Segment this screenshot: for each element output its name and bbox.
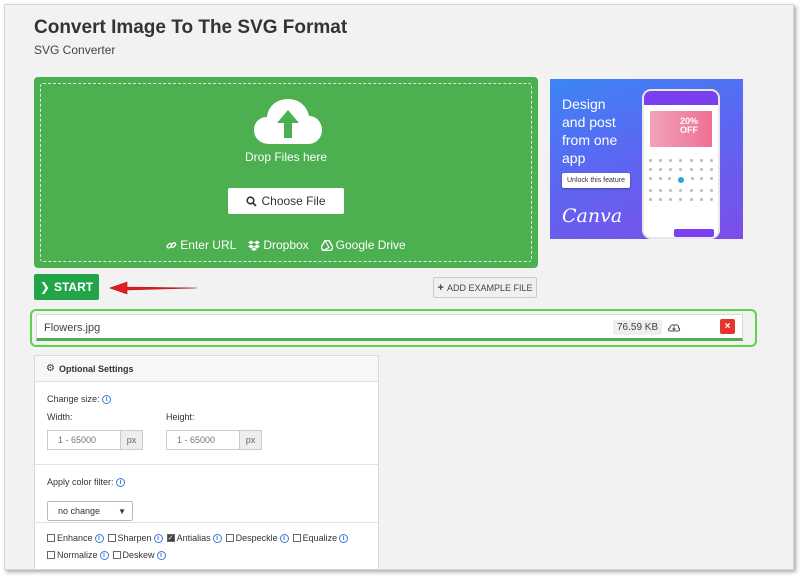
add-example-file-label: ADD EXAMPLE FILE	[446, 282, 533, 293]
height-unit: px	[239, 431, 261, 449]
height-input[interactable]	[167, 431, 239, 449]
info-icon[interactable]: i	[116, 478, 126, 488]
file-size-badge: 76.59 KB	[613, 320, 663, 335]
cloud-save-icon[interactable]	[667, 320, 681, 334]
info-icon[interactable]: i	[279, 533, 289, 543]
choose-file-button[interactable]: Choose File	[228, 188, 344, 214]
antialias-label: Antialias	[176, 533, 211, 543]
add-example-file-button[interactable]: + ADD EXAMPLE FILE	[433, 277, 537, 298]
ad-headline: Design and post from one app	[562, 96, 618, 166]
google-drive-label: Google Drive	[335, 238, 406, 252]
info-icon[interactable]: i	[212, 533, 222, 543]
sharpen-option[interactable]: Sharpen i	[107, 533, 163, 543]
calendar-grid	[649, 153, 713, 223]
file-name: Flowers.jpg	[44, 322, 101, 334]
info-icon[interactable]: i	[102, 395, 112, 405]
width-label: Width:	[47, 412, 73, 422]
chevron-down-icon: ▼	[118, 507, 126, 516]
cloud-upload-icon	[254, 99, 322, 144]
normalize-option[interactable]: Normalize i	[47, 550, 109, 560]
enhance-checkbox[interactable]	[47, 534, 55, 542]
dropbox-label: Dropbox	[263, 238, 309, 252]
deskew-checkbox[interactable]	[112, 551, 121, 559]
drop-zone-border: Drop Files here Choose File Enter URL Dr…	[40, 83, 532, 262]
unlock-feature-badge: Unlock this feature	[562, 173, 630, 188]
optional-settings-header[interactable]: ⚙ Optional Settings	[35, 356, 378, 382]
gear-icon: ⚙	[46, 363, 55, 374]
enhance-option[interactable]: Enhance i	[47, 533, 104, 543]
height-label: Height:	[166, 412, 195, 422]
change-size-label: Change size:	[47, 394, 100, 404]
phone-schedule-button	[674, 229, 714, 237]
plus-icon: +	[437, 281, 444, 294]
delete-file-button[interactable]: ×	[720, 319, 735, 334]
red-arrow-icon	[109, 281, 197, 295]
width-input[interactable]	[48, 431, 120, 449]
page-subtitle: SVG Converter	[34, 43, 116, 57]
enter-url-label: Enter URL	[180, 238, 237, 252]
canva-logo: Canva	[562, 205, 623, 227]
page-title: Convert Image To The SVG Format	[34, 17, 348, 38]
search-icon	[246, 195, 258, 207]
enhancement-options-section: Enhance i Sharpen i ✓ Antialias i Despeckle i…	[35, 523, 378, 569]
equalize-label: Equalize	[302, 533, 338, 543]
file-drop-zone[interactable]: Drop Files here Choose File Enter URL Dr…	[34, 77, 538, 268]
choose-file-label: Choose File	[261, 194, 326, 208]
enhance-label: Enhance	[57, 533, 93, 543]
phone-mockup: 20% OFF	[642, 89, 720, 239]
enhancement-row-1: Enhance i Sharpen i ✓ Antialias i Despeckle i…	[47, 533, 350, 543]
color-filter-select[interactable]: no change ▼	[47, 501, 133, 521]
despeckle-checkbox[interactable]	[225, 534, 234, 542]
height-field-group: px	[166, 430, 262, 450]
antialias-option[interactable]: ✓ Antialias i	[166, 533, 222, 543]
deskew-label: Deskew	[122, 550, 155, 560]
drop-files-text: Drop Files here	[244, 150, 328, 164]
change-size-label-row: Change size: i	[47, 394, 112, 405]
width-unit: px	[120, 431, 142, 449]
dropbox-icon	[248, 240, 261, 251]
phone-sale-text: 20% OFF	[680, 116, 699, 135]
google-drive-link[interactable]: Google Drive	[320, 238, 406, 252]
phone-header	[644, 91, 718, 105]
uploaded-file-row: Flowers.jpg 76.59 KB ×	[36, 314, 743, 341]
antialias-checkbox[interactable]: ✓	[166, 534, 175, 542]
close-icon: ×	[724, 321, 731, 332]
equalize-checkbox[interactable]	[292, 534, 301, 542]
normalize-label: Normalize	[57, 550, 98, 560]
color-filter-label: Apply color filter:	[47, 477, 114, 487]
google-drive-icon	[320, 239, 333, 251]
page-frame: Convert Image To The SVG Format SVG Conv…	[4, 4, 794, 570]
link-icon	[166, 241, 177, 249]
upload-sources: Enter URL Dropbox Google Drive	[41, 238, 531, 252]
despeckle-option[interactable]: Despeckle i	[225, 533, 289, 543]
enter-url-link[interactable]: Enter URL	[166, 238, 236, 252]
width-field-group: px	[47, 430, 143, 450]
info-icon[interactable]: i	[156, 550, 166, 560]
info-icon[interactable]: i	[339, 533, 349, 543]
normalize-checkbox[interactable]	[47, 551, 55, 559]
info-icon[interactable]: i	[153, 533, 163, 543]
change-size-section: Change size: i Width: Height: px px	[35, 382, 378, 465]
dropbox-link[interactable]: Dropbox	[248, 238, 309, 252]
enhancement-row-2: Normalize i Deskew i	[47, 550, 168, 560]
color-filter-value: no change	[58, 506, 101, 516]
equalize-option[interactable]: Equalize i	[292, 533, 349, 543]
optional-settings-panel: ⚙ Optional Settings Change size: i Width…	[34, 355, 379, 569]
deskew-option[interactable]: Deskew i	[112, 550, 166, 560]
optional-settings-title: Optional Settings	[58, 363, 134, 374]
info-icon[interactable]: i	[94, 533, 104, 543]
chevron-right-icon: ❯	[39, 280, 50, 294]
start-label: START	[53, 280, 94, 294]
color-filter-label-row: Apply color filter: i	[47, 477, 126, 488]
color-filter-section: Apply color filter: i no change ▼	[35, 465, 378, 523]
sharpen-checkbox[interactable]	[107, 534, 116, 542]
canva-advertisement[interactable]: Design and post from one app 20% OFF Unl…	[550, 79, 743, 239]
info-icon[interactable]: i	[99, 550, 109, 560]
despeckle-label: Despeckle	[235, 533, 278, 543]
sharpen-label: Sharpen	[117, 533, 152, 543]
start-button[interactable]: ❯ START	[34, 274, 99, 300]
